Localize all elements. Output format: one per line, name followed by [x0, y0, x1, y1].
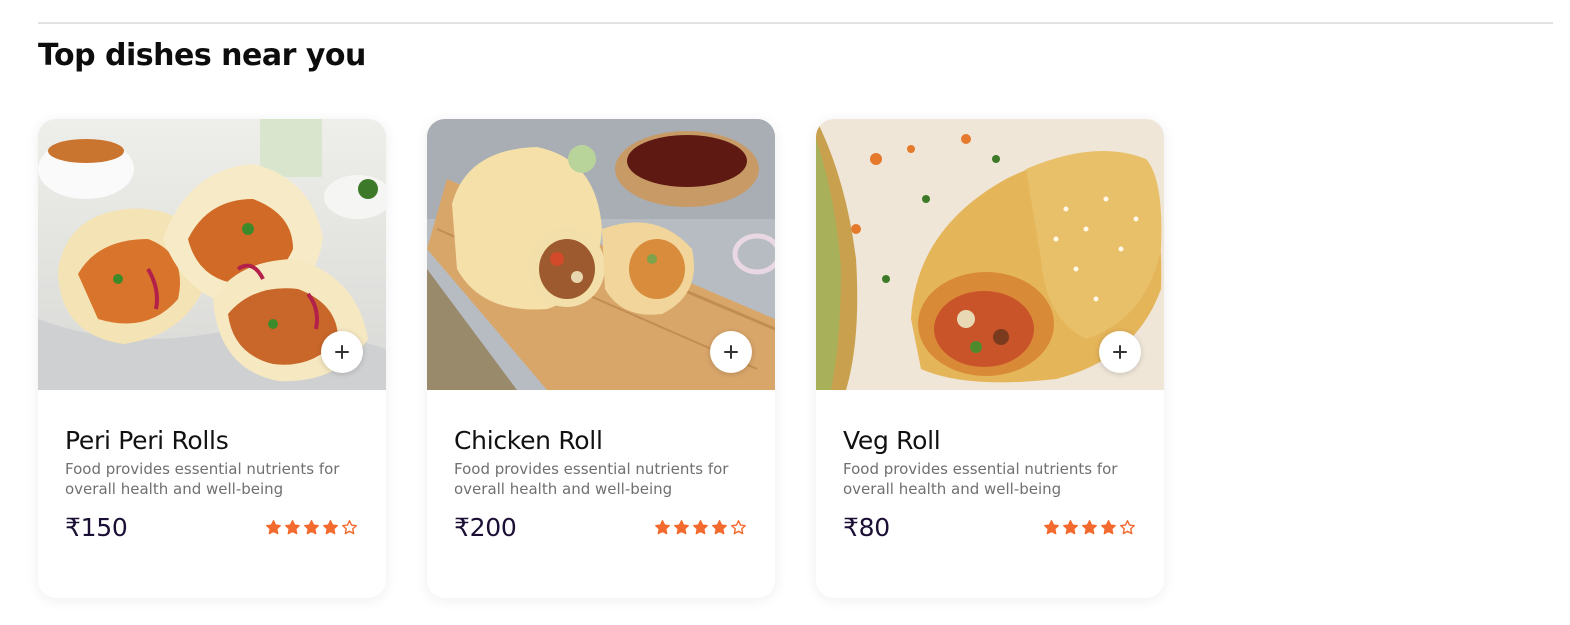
star-rating	[265, 519, 358, 536]
dish-info: Chicken Roll Food provides essential nut…	[427, 390, 775, 542]
dish-description: Food provides essential nutrients for ov…	[843, 460, 1118, 498]
star-filled-icon	[304, 520, 319, 535]
dish-name: Veg Roll	[843, 426, 941, 455]
add-to-cart-button[interactable]	[321, 331, 363, 373]
dish-name: Chicken Roll	[454, 426, 603, 455]
dish-image	[816, 119, 1164, 390]
star-filled-icon	[655, 520, 670, 535]
dish-price: ₹80	[843, 513, 890, 542]
price-row: ₹200	[454, 513, 748, 542]
plus-icon	[335, 345, 349, 359]
dish-info: Veg Roll Food provides essential nutrien…	[816, 390, 1164, 542]
dish-price: ₹200	[454, 513, 517, 542]
star-filled-icon	[1101, 520, 1116, 535]
price-row: ₹80	[843, 513, 1137, 542]
star-filled-icon	[712, 520, 727, 535]
star-outline-icon	[1120, 520, 1135, 535]
dish-price: ₹150	[65, 513, 128, 542]
star-filled-icon	[323, 520, 338, 535]
star-filled-icon	[1044, 520, 1059, 535]
star-rating	[1043, 519, 1136, 536]
star-filled-icon	[266, 520, 281, 535]
dish-card-list: Peri Peri Rolls Food provides essential …	[38, 119, 1164, 598]
star-filled-icon	[693, 520, 708, 535]
dish-image	[38, 119, 386, 390]
price-row: ₹150	[65, 513, 359, 542]
section-title: Top dishes near you	[38, 38, 366, 73]
dish-description: Food provides essential nutrients for ov…	[65, 460, 340, 498]
star-outline-icon	[731, 520, 746, 535]
plus-icon	[724, 345, 738, 359]
star-filled-icon	[674, 520, 689, 535]
star-filled-icon	[1082, 520, 1097, 535]
add-to-cart-button[interactable]	[710, 331, 752, 373]
add-to-cart-button[interactable]	[1099, 331, 1141, 373]
star-outline-icon	[342, 520, 357, 535]
plus-icon	[1113, 345, 1127, 359]
dish-image	[427, 119, 775, 390]
star-rating	[654, 519, 747, 536]
dish-description: Food provides essential nutrients for ov…	[454, 460, 729, 498]
dish-card[interactable]: Chicken Roll Food provides essential nut…	[427, 119, 775, 598]
star-filled-icon	[285, 520, 300, 535]
dish-name: Peri Peri Rolls	[65, 426, 229, 455]
star-filled-icon	[1063, 520, 1078, 535]
dish-info: Peri Peri Rolls Food provides essential …	[38, 390, 386, 542]
top-divider	[38, 22, 1553, 24]
dish-card[interactable]: Veg Roll Food provides essential nutrien…	[816, 119, 1164, 598]
dish-card[interactable]: Peri Peri Rolls Food provides essential …	[38, 119, 386, 598]
